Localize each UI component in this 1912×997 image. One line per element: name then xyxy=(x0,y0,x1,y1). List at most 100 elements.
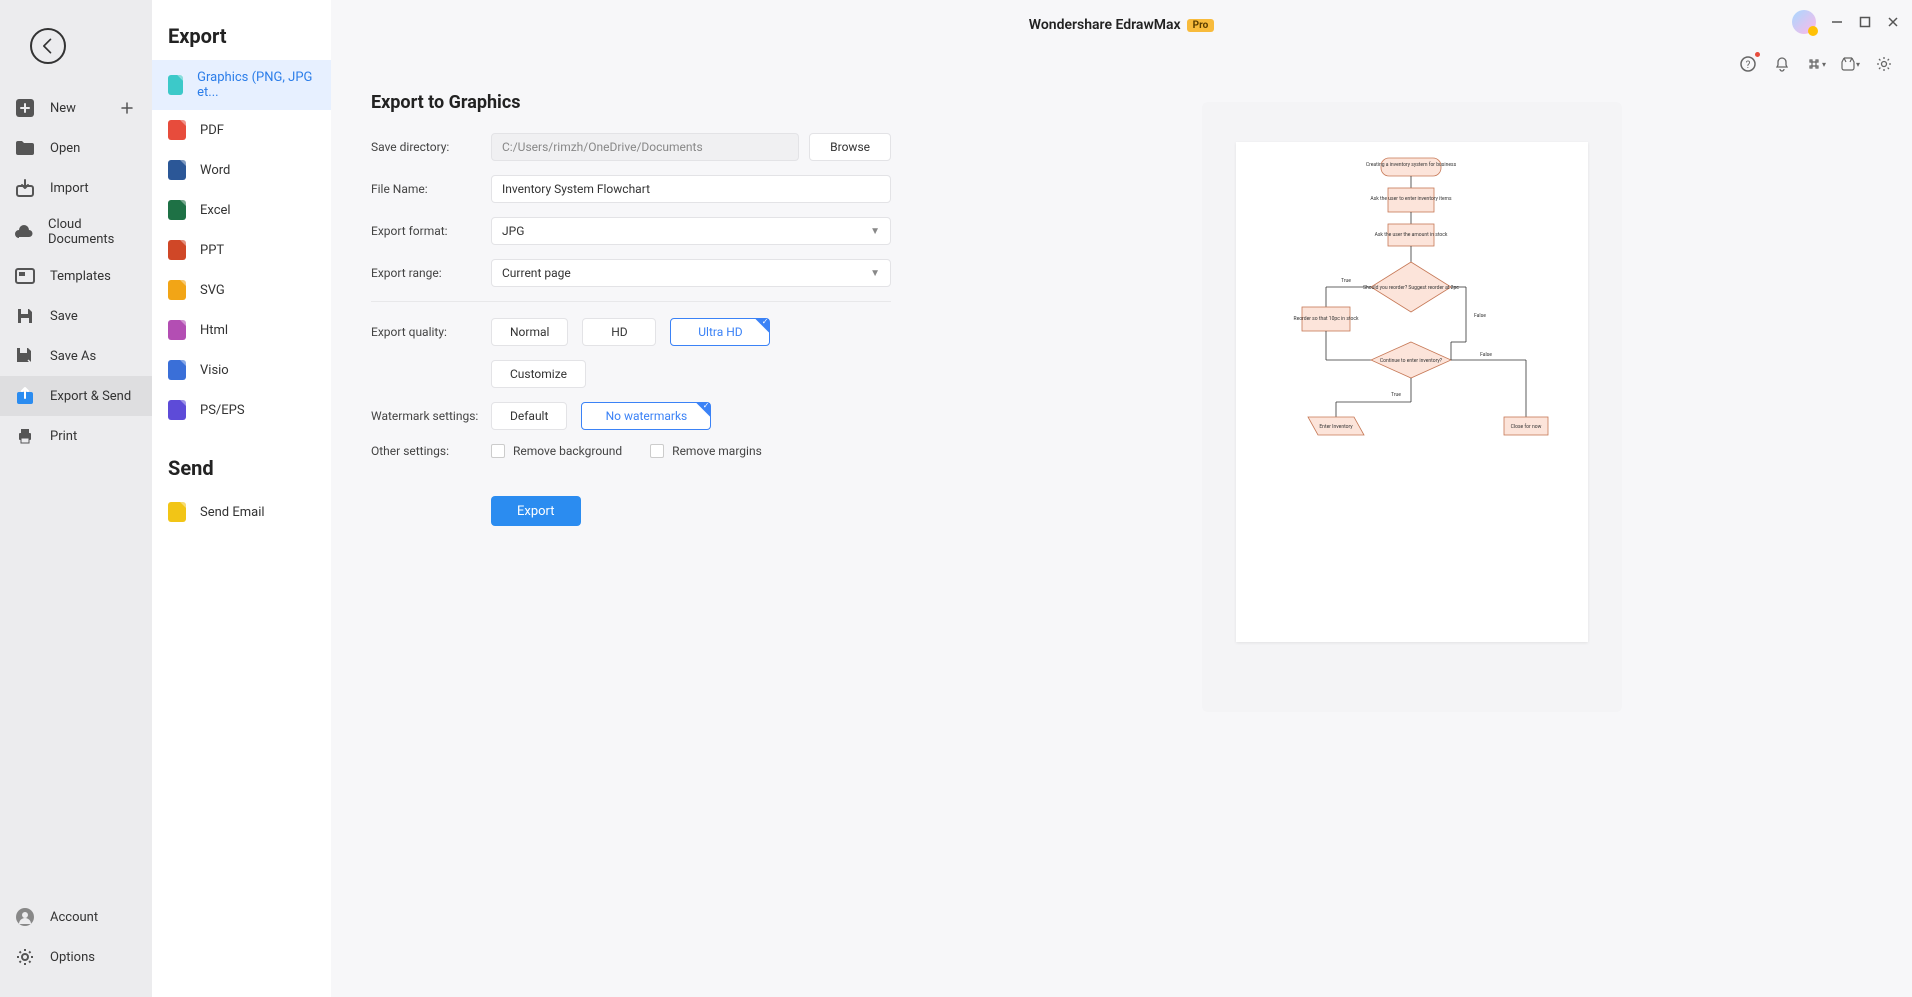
menu-save-label: Save xyxy=(50,309,78,324)
range-value: Current page xyxy=(502,266,571,280)
save-dir-label: Save directory: xyxy=(371,140,481,154)
preview-frame: Creating a inventory system for business… xyxy=(1202,102,1622,712)
secondary-toolbar: ? ▾ ▾ xyxy=(331,50,1912,74)
checkbox-icon[interactable] xyxy=(491,444,505,458)
svg-text:True: True xyxy=(1341,278,1351,284)
help-icon[interactable]: ? xyxy=(1738,54,1758,74)
minimize-button[interactable] xyxy=(1830,15,1844,29)
svg-text:Ask the user the amount in sto: Ask the user the amount in stock xyxy=(1374,232,1447,238)
pro-badge: Pro xyxy=(1187,19,1215,32)
export-visio[interactable]: Visio xyxy=(152,350,331,390)
excel-file-icon xyxy=(168,200,186,220)
checkbox-icon[interactable] xyxy=(650,444,664,458)
remove-bg-check[interactable]: Remove background xyxy=(491,444,622,458)
svg-text:Close for now: Close for now xyxy=(1510,423,1541,430)
menu-export-send[interactable]: Export & Send xyxy=(0,376,152,416)
close-button[interactable] xyxy=(1886,15,1900,29)
menu-templates[interactable]: Templates xyxy=(0,256,152,296)
preview-panel: Creating a inventory system for business… xyxy=(951,74,1872,957)
save-dir-input[interactable] xyxy=(491,133,799,161)
menu-cloud[interactable]: Cloud Documents xyxy=(0,208,152,256)
divider xyxy=(371,301,891,302)
word-file-icon xyxy=(168,160,186,180)
flowchart-preview: Creating a inventory system for business… xyxy=(1236,142,1588,642)
cloud-icon xyxy=(14,221,34,243)
menu-options[interactable]: Options xyxy=(0,937,152,977)
send-email[interactable]: Send Email xyxy=(152,492,331,532)
svg-text:Enter Inventory: Enter Inventory xyxy=(1319,424,1353,430)
menu-print[interactable]: Print xyxy=(0,416,152,456)
menu-save[interactable]: Save xyxy=(0,296,152,336)
menu-account-label: Account xyxy=(50,910,98,925)
visio-file-icon xyxy=(168,360,186,380)
menu-save-as-label: Save As xyxy=(50,349,96,364)
range-select[interactable]: Current page ▼ xyxy=(491,259,891,287)
export-pseps[interactable]: PS/EPS xyxy=(152,390,331,430)
export-button[interactable]: Export xyxy=(491,496,581,526)
export-format-sidebar: Export Graphics (PNG, JPG et... PDF Word… xyxy=(152,0,331,997)
pdf-file-icon xyxy=(168,120,186,140)
maximize-button[interactable] xyxy=(1858,15,1872,29)
quality-ultra-hd[interactable]: Ultra HD xyxy=(670,318,770,346)
ps-file-icon xyxy=(168,400,186,420)
import-icon xyxy=(14,177,36,199)
bell-icon[interactable] xyxy=(1772,54,1792,74)
avatar[interactable] xyxy=(1792,10,1816,34)
export-pdf-label: PDF xyxy=(200,123,224,138)
chevron-down-icon: ▼ xyxy=(870,226,880,237)
menu-open-label: Open xyxy=(50,141,80,156)
menu-account[interactable]: Account xyxy=(0,897,152,937)
app-title: Wondershare EdrawMax xyxy=(1029,17,1181,33)
preview-page: Creating a inventory system for business… xyxy=(1236,142,1588,642)
export-ppt[interactable]: PPT xyxy=(152,230,331,270)
file-name-input[interactable] xyxy=(491,175,891,203)
save-as-icon xyxy=(14,345,36,367)
menu-print-label: Print xyxy=(50,429,77,444)
export-pdf[interactable]: PDF xyxy=(152,110,331,150)
menu-templates-label: Templates xyxy=(50,269,111,284)
back-button[interactable] xyxy=(30,28,66,64)
remove-bg-label: Remove background xyxy=(513,444,622,458)
export-pseps-label: PS/EPS xyxy=(200,403,245,418)
export-graphics[interactable]: Graphics (PNG, JPG et... xyxy=(152,60,331,110)
other-label: Other settings: xyxy=(371,444,481,458)
quality-customize[interactable]: Customize xyxy=(491,360,586,388)
watermark-none[interactable]: No watermarks xyxy=(581,402,711,430)
watermark-default[interactable]: Default xyxy=(491,402,567,430)
quality-hd[interactable]: HD xyxy=(582,318,656,346)
svg-text:Creating a inventory system fo: Creating a inventory system for business xyxy=(1365,161,1456,168)
svg-text:False: False xyxy=(1474,313,1486,319)
titlebar: Wondershare EdrawMax Pro xyxy=(331,0,1912,50)
export-html[interactable]: Html xyxy=(152,310,331,350)
export-svg[interactable]: SVG xyxy=(152,270,331,310)
menu-import-label: Import xyxy=(50,181,89,196)
menu-new[interactable]: New xyxy=(0,88,152,128)
send-heading: Send xyxy=(152,450,331,492)
browse-button[interactable]: Browse xyxy=(809,133,891,161)
svg-text:True: True xyxy=(1391,392,1401,398)
settings-icon[interactable] xyxy=(1874,54,1894,74)
plus-icon[interactable] xyxy=(116,97,138,119)
quality-normal[interactable]: Normal xyxy=(491,318,568,346)
format-select[interactable]: JPG ▼ xyxy=(491,217,891,245)
theme-icon[interactable]: ▾ xyxy=(1840,54,1860,74)
export-word[interactable]: Word xyxy=(152,150,331,190)
range-label: Export range: xyxy=(371,266,481,280)
remove-margins-check[interactable]: Remove margins xyxy=(650,444,762,458)
print-icon xyxy=(14,425,36,447)
svg-file-icon xyxy=(168,280,186,300)
export-excel[interactable]: Excel xyxy=(152,190,331,230)
html-file-icon xyxy=(168,320,186,340)
menu-export-send-label: Export & Send xyxy=(50,389,131,404)
ppt-file-icon xyxy=(168,240,186,260)
email-icon xyxy=(168,502,186,522)
menu-open[interactable]: Open xyxy=(0,128,152,168)
save-icon xyxy=(14,305,36,327)
shortcuts-icon[interactable]: ▾ xyxy=(1806,54,1826,74)
menu-import[interactable]: Import xyxy=(0,168,152,208)
quality-label: Export quality: xyxy=(371,325,481,339)
image-file-icon xyxy=(168,75,183,95)
export-ppt-label: PPT xyxy=(200,243,224,258)
format-label: Export format: xyxy=(371,224,481,238)
menu-save-as[interactable]: Save As xyxy=(0,336,152,376)
